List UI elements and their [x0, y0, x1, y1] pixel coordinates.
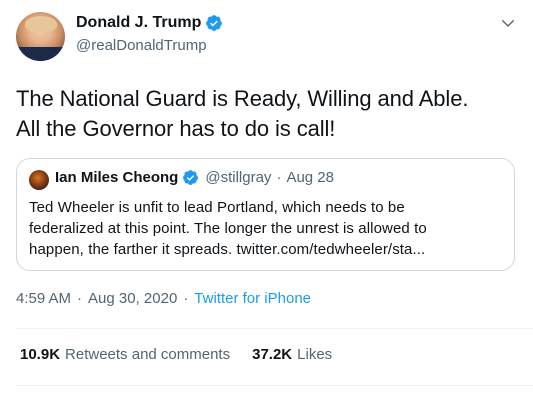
- divider: [16, 385, 533, 386]
- tweet-card: Donald J. Trump @realDonaldTrump The Nat…: [0, 0, 533, 402]
- author-header: Donald J. Trump @realDonaldTrump: [76, 13, 223, 56]
- quoted-separator: ·: [276, 169, 282, 186]
- quoted-tweet-header: Ian Miles Cheong @stillgray · Aug 28: [55, 169, 334, 186]
- author-handle[interactable]: @realDonaldTrump: [76, 36, 223, 56]
- quoted-author-name: Ian Miles Cheong: [55, 169, 179, 186]
- likes-label: Likes: [297, 346, 333, 363]
- meta-separator: ·: [77, 290, 83, 307]
- likes-stat[interactable]: 37.2K Likes: [252, 346, 332, 363]
- quoted-tweet-text: Ted Wheeler is unfit to lead Portland, w…: [29, 197, 503, 260]
- tweet-date[interactable]: Aug 30, 2020: [88, 290, 177, 307]
- meta-separator: ·: [183, 290, 189, 307]
- author-display-name[interactable]: Donald J. Trump: [76, 13, 223, 33]
- quoted-tweet[interactable]: Ian Miles Cheong @stillgray · Aug 28 Ted…: [16, 158, 515, 271]
- quoted-author-avatar: [29, 170, 49, 190]
- engagement-stats: 10.9K Retweets and comments 37.2K Likes: [20, 346, 332, 363]
- quoted-author-handle: @stillgray: [205, 169, 272, 186]
- quoted-text-line: happen, the farther it spreads. twitter.…: [29, 241, 426, 258]
- tweet-source-link[interactable]: Twitter for iPhone: [194, 290, 311, 307]
- quoted-text-line: Ted Wheeler is unfit to lead Portland, w…: [29, 199, 405, 216]
- author-avatar[interactable]: [16, 12, 65, 61]
- retweets-label: Retweets and comments: [65, 346, 231, 363]
- quoted-text-line: federalized at this point. The longer th…: [29, 220, 427, 237]
- retweets-count: 10.9K: [20, 346, 61, 363]
- likes-count: 37.2K: [252, 346, 293, 363]
- verified-badge-icon: [183, 170, 199, 185]
- author-display-name-text[interactable]: Donald J. Trump: [76, 13, 201, 33]
- verified-badge-icon: [206, 15, 223, 31]
- tweet-text-line: The National Guard is Ready, Willing and…: [16, 86, 469, 111]
- tweet-text: The National Guard is Ready, Willing and…: [16, 84, 521, 144]
- chevron-down-icon[interactable]: [499, 14, 517, 32]
- tweet-time[interactable]: 4:59 AM: [16, 290, 71, 307]
- divider: [16, 328, 533, 329]
- tweet-text-line: All the Governor has to do is call!: [16, 116, 336, 141]
- quoted-date: Aug 28: [286, 169, 334, 186]
- retweets-stat[interactable]: 10.9K Retweets and comments: [20, 346, 230, 363]
- tweet-meta: 4:59 AM · Aug 30, 2020 · Twitter for iPh…: [16, 290, 311, 307]
